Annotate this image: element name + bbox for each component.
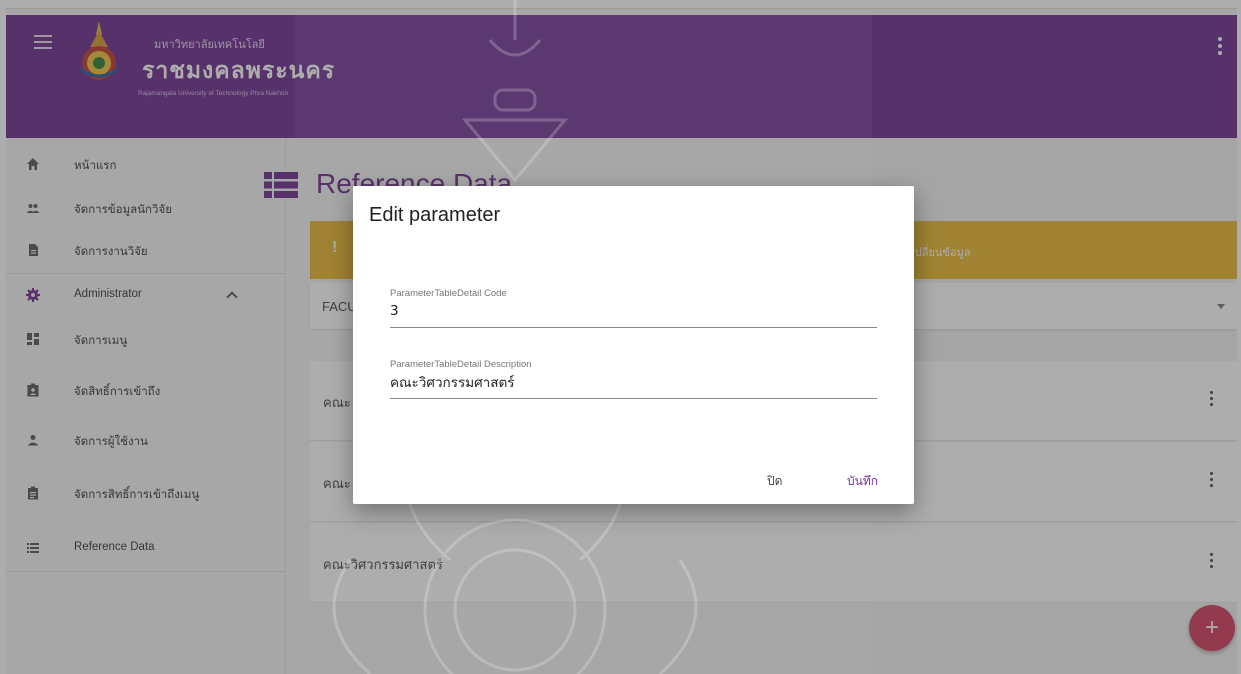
code-input[interactable] [390, 303, 877, 319]
save-button[interactable]: บันทึก [847, 472, 878, 491]
code-field-label: ParameterTableDetail Code [390, 288, 507, 299]
description-field-label: ParameterTableDetail Description [390, 359, 532, 370]
description-field-underline [390, 398, 877, 399]
dialog-title: Edit parameter [369, 204, 501, 226]
edit-parameter-dialog: Edit parameter ParameterTableDetail Code… [353, 186, 914, 504]
code-field[interactable]: ParameterTableDetail Code [390, 288, 877, 332]
close-button[interactable]: ปิด [767, 472, 782, 491]
description-input[interactable] [390, 374, 877, 390]
description-field[interactable]: ParameterTableDetail Description [390, 359, 877, 403]
code-field-underline [390, 327, 877, 328]
